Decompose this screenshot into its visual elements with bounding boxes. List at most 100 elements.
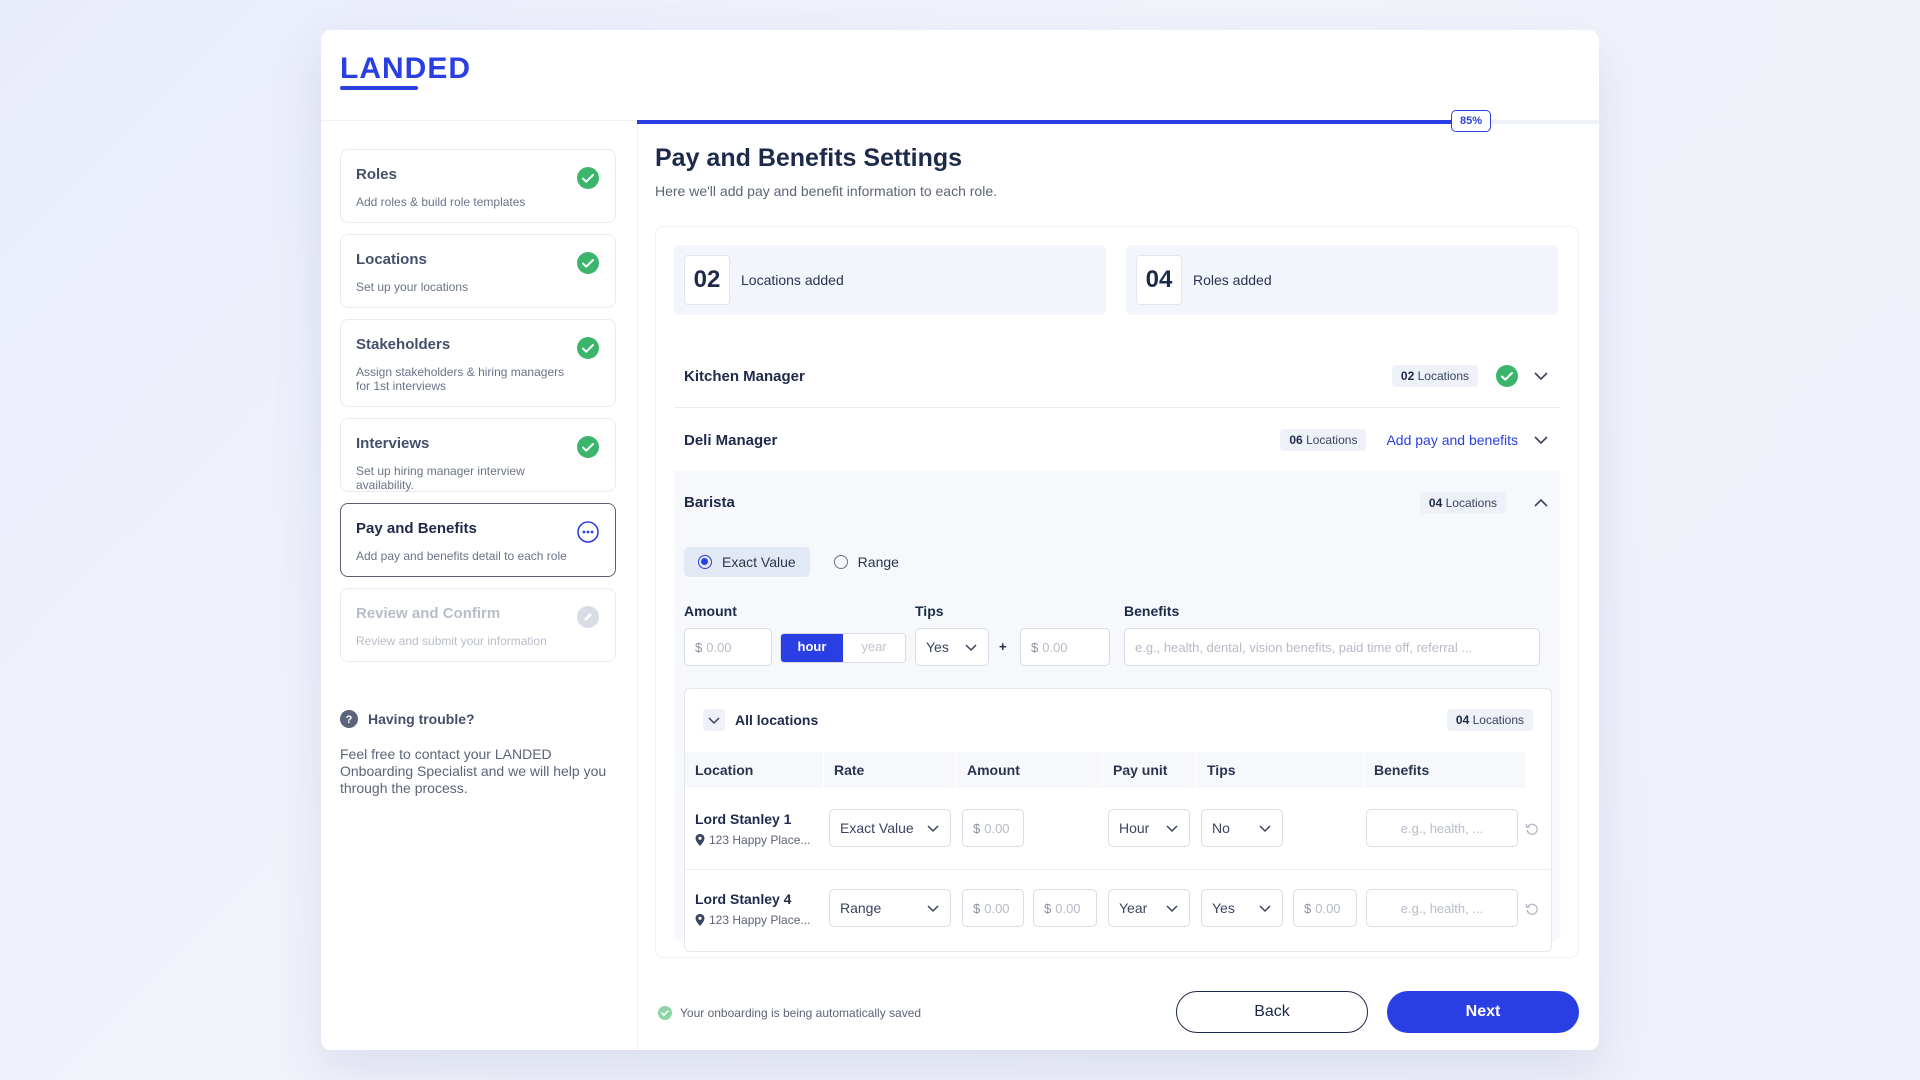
unit-hour[interactable]: hour xyxy=(781,634,843,662)
pay-unit-select[interactable]: Hour xyxy=(1108,809,1190,847)
role-row-deli-manager[interactable]: Deli Manager 06 Locations Add pay and be… xyxy=(674,409,1560,472)
map-pin-icon xyxy=(695,834,705,846)
reset-icon[interactable] xyxy=(1525,902,1539,916)
check-circle-icon xyxy=(658,1006,672,1020)
amount-input[interactable]: $0.00 xyxy=(684,628,772,666)
plus-sign: + xyxy=(999,639,1007,654)
pay-benefits-panel: 02 Locations added 04 Roles added Kitche… xyxy=(655,226,1579,958)
step-review-and-confirm[interactable]: Review and Confirm Review and submit you… xyxy=(340,588,616,662)
table-row: Lord Stanley 1 123 Happy Place... Exact … xyxy=(685,789,1551,870)
location-name: Lord Stanley 4 xyxy=(695,891,792,907)
tips-select[interactable]: Yes xyxy=(1201,889,1283,927)
col-amount: Amount xyxy=(957,752,1102,788)
help-title: Having trouble? xyxy=(368,711,475,727)
benefits-input[interactable]: e.g., health, ... xyxy=(1366,809,1518,847)
location-count-badge: 04 Locations xyxy=(1419,491,1506,514)
step-desc: Set up your locations xyxy=(356,280,469,294)
amount-input[interactable]: $0.00 xyxy=(962,809,1024,847)
rate-select[interactable]: Exact Value xyxy=(829,809,951,847)
all-locations-title: All locations xyxy=(735,712,819,728)
stat-roles: 04 Roles added xyxy=(1126,245,1558,315)
role-name: Deli Manager xyxy=(684,431,778,449)
step-stakeholders[interactable]: Stakeholders Assign stakeholders & hirin… xyxy=(340,319,616,407)
pay-unit-select[interactable]: Year xyxy=(1108,889,1190,927)
step-title: Pay and Benefits xyxy=(356,520,477,537)
radio-exact-value[interactable]: Exact Value xyxy=(684,547,810,577)
stat-number: 02 xyxy=(684,255,730,305)
next-button[interactable]: Next xyxy=(1387,991,1579,1033)
progress-badge: 85% xyxy=(1451,110,1492,132)
progress-bar: 85% xyxy=(637,110,1599,132)
pay-unit-toggle[interactable]: hour year xyxy=(780,633,906,663)
step-title: Roles xyxy=(356,166,397,183)
help-icon: ? xyxy=(340,710,358,728)
rate-mode-group: Exact Value Range xyxy=(684,547,913,577)
chevron-down-icon xyxy=(1166,905,1178,913)
check-circle-icon xyxy=(577,337,599,359)
autosave-status: Your onboarding is being automatically s… xyxy=(658,1006,921,1020)
tips-label: Tips xyxy=(915,603,944,619)
role-name: Barista xyxy=(684,494,735,511)
edit-icon xyxy=(577,606,599,628)
reset-icon[interactable] xyxy=(1525,822,1539,836)
all-locations-card: All locations 04 Locations Location Rate… xyxy=(684,688,1552,952)
col-pay-unit: Pay unit xyxy=(1103,752,1196,788)
tips-amount-input[interactable]: $0.00 xyxy=(1020,628,1110,666)
chevron-down-icon xyxy=(965,644,977,652)
tips-select[interactable]: No xyxy=(1201,809,1283,847)
page-subtitle: Here we'll add pay and benefit informati… xyxy=(655,183,997,199)
check-circle-icon xyxy=(1496,365,1518,387)
header: LANDED xyxy=(321,30,1599,121)
tips-amount-input[interactable]: $0.00 xyxy=(1293,889,1357,927)
benefits-input[interactable]: e.g., health, dental, vision benefits, p… xyxy=(1124,628,1540,666)
tips-select[interactable]: Yes xyxy=(915,628,989,666)
chevron-up-icon[interactable] xyxy=(1532,494,1550,512)
collapse-toggle[interactable] xyxy=(703,709,725,731)
step-interviews[interactable]: Interviews Set up hiring manager intervi… xyxy=(340,418,616,492)
step-title: Stakeholders xyxy=(356,336,451,353)
map-pin-icon xyxy=(695,914,705,926)
role-row-barista[interactable]: Barista 04 Locations xyxy=(674,471,1560,534)
help-body: Feel free to contact your LANDED Onboard… xyxy=(340,746,607,796)
unit-year[interactable]: year xyxy=(843,634,905,662)
radio-range[interactable]: Range xyxy=(830,547,913,577)
step-roles[interactable]: Roles Add roles & build role templates xyxy=(340,149,616,223)
step-title: Locations xyxy=(356,251,427,268)
check-circle-icon xyxy=(577,167,599,189)
col-location: Location xyxy=(685,752,823,788)
chevron-down-icon[interactable] xyxy=(1532,431,1550,449)
chevron-down-icon xyxy=(927,905,939,913)
help-section: ? Having trouble? Feel free to contact y… xyxy=(340,710,616,797)
add-pay-benefits-link[interactable]: Add pay and benefits xyxy=(1386,432,1518,448)
onboarding-card: LANDED Roles Add roles & build role temp… xyxy=(321,30,1599,1050)
sidebar: Roles Add roles & build role templates L… xyxy=(321,120,638,1050)
logo: LANDED xyxy=(340,52,471,85)
step-desc: Review and submit your information xyxy=(356,634,547,648)
rate-select[interactable]: Range xyxy=(829,889,951,927)
col-benefits: Benefits xyxy=(1364,752,1526,788)
amount-label: Amount xyxy=(684,603,737,619)
step-locations[interactable]: Locations Set up your locations xyxy=(340,234,616,308)
step-desc: Set up hiring manager interview availabi… xyxy=(356,464,525,492)
benefits-input[interactable]: e.g., health, ... xyxy=(1366,889,1518,927)
chevron-down-icon[interactable] xyxy=(1532,367,1550,385)
stat-label: Roles added xyxy=(1193,272,1272,288)
check-circle-icon xyxy=(577,436,599,458)
back-button[interactable]: Back xyxy=(1176,991,1368,1033)
amount-max-input[interactable]: $0.00 xyxy=(1033,889,1097,927)
chevron-down-icon xyxy=(1259,825,1271,833)
chevron-down-icon xyxy=(708,717,720,725)
amount-min-input[interactable]: $0.00 xyxy=(962,889,1024,927)
step-desc: Assign stakeholders & hiring managers fo… xyxy=(356,365,565,393)
main-content: 85% Pay and Benefits Settings Here we'll… xyxy=(637,110,1599,1050)
step-title: Review and Confirm xyxy=(356,605,501,622)
role-row-kitchen-manager[interactable]: Kitchen Manager 02 Locations xyxy=(674,345,1560,408)
location-count-badge: 02 Locations xyxy=(1391,365,1478,387)
stat-label: Locations added xyxy=(741,272,844,288)
benefits-label: Benefits xyxy=(1124,603,1180,619)
step-pay-and-benefits[interactable]: Pay and Benefits Add pay and benefits de… xyxy=(340,503,616,577)
step-desc: Add roles & build role templates xyxy=(356,195,526,209)
chevron-down-icon xyxy=(927,825,939,833)
chevron-down-icon xyxy=(1166,825,1178,833)
col-tips: Tips xyxy=(1197,752,1363,788)
